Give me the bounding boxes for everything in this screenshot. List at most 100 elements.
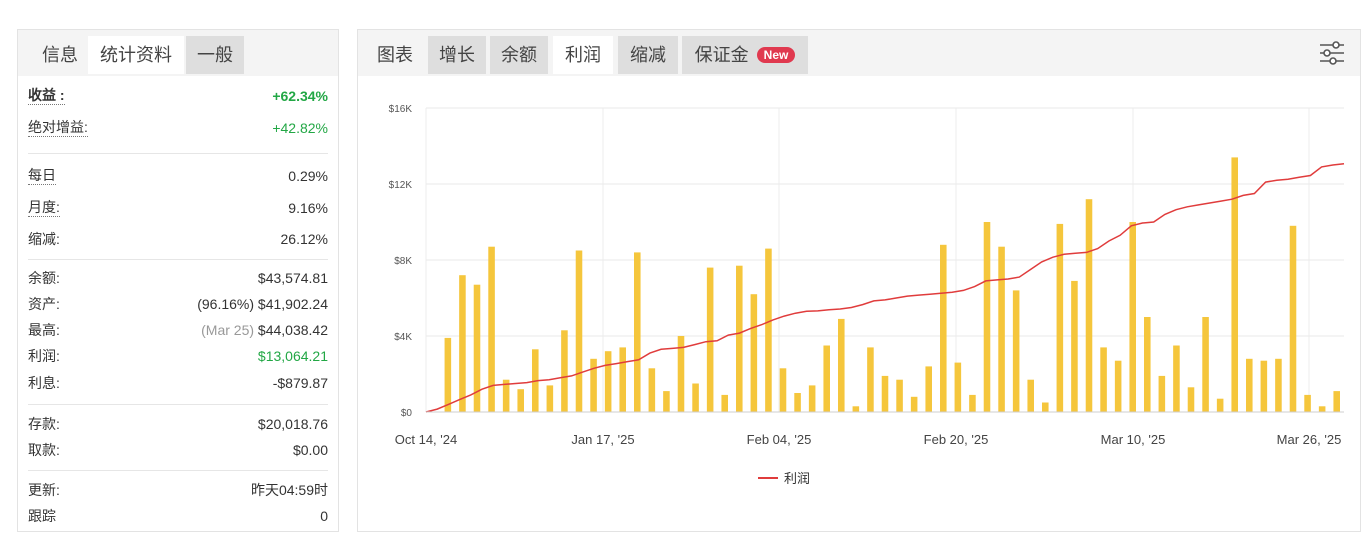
chart-bar	[1085, 199, 1093, 412]
daily-label[interactable]: 每日	[28, 166, 56, 185]
chart-bar	[1114, 360, 1122, 412]
sliders-icon[interactable]	[1318, 40, 1346, 66]
equity-label: 资产:	[28, 296, 60, 312]
chart-bar	[721, 394, 728, 412]
chart-bar	[1216, 398, 1224, 412]
tab-margin-label: 保证金	[694, 45, 749, 65]
chart-bar	[1158, 375, 1166, 412]
stat-row-abs-gain: 绝对增益: +42.82%	[28, 116, 328, 140]
chart-bar	[663, 391, 670, 412]
chart-bar	[634, 252, 641, 412]
deposits-label: 存款:	[28, 416, 60, 432]
tab-drawdown[interactable]: 缩减	[618, 36, 678, 74]
chart-bar	[1187, 387, 1195, 412]
highest-value-group: (Mar 25) $44,038.42	[201, 318, 328, 342]
chart-bar	[1071, 280, 1078, 412]
x-tick-label: Feb 20, '25	[924, 432, 989, 447]
tab-balance[interactable]: 余额	[490, 36, 548, 74]
chart-bar	[794, 393, 801, 412]
legend-line-swatch	[758, 477, 778, 479]
chart-bar	[983, 222, 991, 412]
chart-bar	[1042, 402, 1049, 412]
tab-statistics[interactable]: 统计资料	[88, 36, 184, 74]
divider	[28, 404, 328, 405]
y-tick-label: $8K	[394, 256, 412, 267]
y-tick-label: $4K	[394, 332, 412, 343]
chart-bar	[1144, 317, 1151, 412]
chart-tab-bar: 图表 增长 余额 利润 缩减 保证金 New	[358, 30, 1360, 76]
chart-bar	[925, 366, 932, 412]
tab-info[interactable]: 信息	[25, 36, 95, 74]
monthly-label[interactable]: 月度:	[28, 198, 60, 217]
chart-bar	[867, 347, 874, 412]
legend-label: 利润	[784, 471, 811, 486]
chart-bar	[1056, 223, 1064, 412]
chart-bar	[1012, 290, 1020, 412]
y-tick-label: $12K	[389, 180, 413, 191]
highest-label: 最高:	[28, 322, 60, 338]
new-badge: New	[756, 47, 796, 63]
abs-gain-label[interactable]: 绝对增益:	[28, 118, 88, 137]
x-tick-label: Jan 17, '25	[571, 432, 634, 447]
chart-bar	[954, 362, 962, 412]
tab-chart[interactable]: 图表	[365, 36, 425, 74]
balance-label: 余额:	[28, 270, 60, 286]
gain-value: +62.34%	[272, 88, 328, 104]
chart-bar	[852, 406, 860, 412]
stat-row-tracking: 跟踪 0	[28, 504, 328, 528]
interest-label: 利息:	[28, 375, 60, 391]
tab-margin[interactable]: 保证金 New	[682, 36, 808, 74]
stat-row-equity: 资产: (96.16%) $41,902.24	[28, 292, 328, 316]
chart-bar	[1260, 360, 1268, 412]
equity-value-group: (96.16%) $41,902.24	[197, 292, 328, 316]
chart-bar	[1318, 406, 1326, 412]
chart-bar	[459, 275, 466, 412]
chart-bar	[779, 368, 787, 412]
chart-bar	[1275, 358, 1282, 412]
highest-value: $44,038.42	[257, 322, 328, 338]
chart-bar	[808, 385, 816, 412]
chart-bar	[1246, 358, 1253, 412]
abs-gain-value: +42.82%	[272, 120, 328, 136]
chart-bar	[692, 383, 699, 412]
stat-row-gain: 收益 : +62.34%	[28, 84, 328, 108]
chart-bar	[517, 389, 524, 412]
stat-row-highest: 最高: (Mar 25) $44,038.42	[28, 318, 328, 342]
stat-row-drawdown: 缩减: 26.12%	[28, 227, 328, 251]
highest-date: (Mar 25)	[201, 322, 255, 338]
profit-chart: $0 $4K $8K $12K $16K Oct 14, '24 Jan 17, '25 Fe…	[389, 104, 1345, 447]
left-tab-bar: 信息 统计资料 一般	[18, 30, 338, 76]
stat-row-deposits: 存款: $20,018.76	[28, 412, 328, 436]
gain-label[interactable]: 收益 :	[28, 86, 65, 105]
stat-row-interest: 利息: -$879.87	[28, 371, 328, 395]
chart-bar	[648, 368, 656, 412]
chart-bar	[1129, 222, 1136, 412]
deposits-value: $20,018.76	[257, 416, 328, 432]
tab-general[interactable]: 一般	[186, 36, 244, 74]
x-tick-label: Mar 10, '25	[1101, 432, 1166, 447]
statistics-panel: 信息 统计资料 一般 收益 : +62.34% 绝对增益: +42.82% 每日…	[17, 29, 339, 532]
chart-bar	[1333, 391, 1340, 412]
chart-bar	[750, 294, 758, 412]
x-tick-label: Feb 04, '25	[747, 432, 812, 447]
tab-profit[interactable]: 利润	[553, 36, 613, 74]
updated-label: 更新:	[28, 482, 60, 498]
stat-row-balance: 余额: $43,574.81	[28, 266, 328, 290]
chart-bar	[1027, 379, 1034, 412]
equity-percent: (96.16%)	[197, 296, 255, 312]
chart-bar	[823, 345, 830, 412]
chart-bar	[546, 385, 554, 412]
chart-bar	[590, 358, 597, 412]
stat-row-monthly: 月度: 9.16%	[28, 196, 328, 220]
stat-row-daily: 每日 0.29%	[28, 164, 328, 188]
chart-bar	[444, 337, 452, 412]
chart-legend[interactable]: 利润	[758, 470, 810, 488]
divider	[28, 153, 328, 154]
chart-bar	[1289, 225, 1297, 412]
chart-bar	[1304, 394, 1311, 412]
chart-bar	[881, 375, 889, 412]
chart-bar	[1202, 317, 1209, 412]
x-tick-label: Oct 14, '24	[395, 432, 457, 447]
chart-bar	[1100, 347, 1107, 412]
tab-growth[interactable]: 增长	[428, 36, 486, 74]
